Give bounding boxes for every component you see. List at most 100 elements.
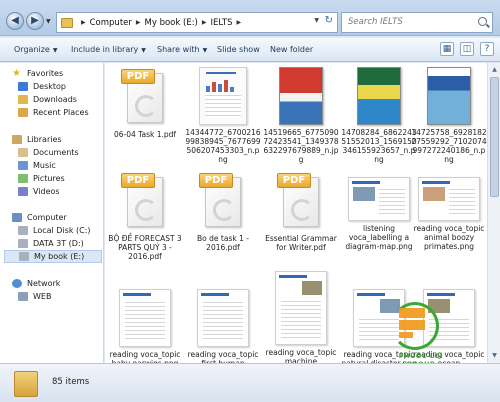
help-icon[interactable]: ? [480, 42, 494, 56]
item-count: 85 items [52, 377, 90, 387]
sidebar-item-mybook[interactable]: My book (E:) [4, 250, 102, 263]
book-cover-icon [427, 67, 471, 125]
image-icon [197, 289, 249, 347]
scroll-thumb[interactable] [490, 77, 499, 197]
chevron-right-icon[interactable]: ▶ [81, 19, 86, 26]
file-item[interactable]: PDF 06-04 Task 1.pdf [107, 67, 183, 139]
chevron-right-icon[interactable]: ▶ [136, 19, 141, 26]
scroll-up-icon[interactable]: ▲ [490, 65, 499, 74]
sidebar-label: Music [33, 161, 56, 170]
computer-icon [12, 213, 22, 222]
computer-icon [18, 292, 28, 301]
sidebar-label: Network [27, 279, 61, 288]
sidebar-label: Local Disk (C:) [33, 226, 91, 235]
sidebar-item-network[interactable]: Network [12, 277, 116, 290]
include-in-library-button[interactable]: Include in library ▼ [71, 45, 146, 54]
downloads-icon [18, 95, 28, 104]
include-label: Include in library [71, 45, 139, 54]
pdf-icon: PDF [119, 67, 171, 127]
new-folder-button[interactable]: New folder [270, 45, 313, 54]
chevron-right-icon[interactable]: ▶ [202, 19, 207, 26]
libraries-icon [12, 135, 22, 144]
slide-show-button[interactable]: Slide show [217, 45, 260, 54]
sidebar-label: Recent Places [33, 108, 89, 117]
watermark-logo: PHUOC LOI GROUP [385, 300, 457, 368]
forward-button[interactable]: ▶ [26, 12, 44, 30]
address-bar[interactable]: ▶ Computer ▶ My book (E:) ▶ IELTS ▶ ▼ ↻ [56, 12, 338, 33]
back-button[interactable]: ◀ [6, 12, 24, 30]
file-item[interactable]: 14519665_677509072423541_134937863229767… [263, 67, 339, 164]
sidebar-label: Desktop [33, 82, 66, 91]
slideshow-label: Slide show [217, 45, 260, 54]
sidebar-label: Downloads [33, 95, 77, 104]
music-icon [18, 161, 28, 170]
file-item[interactable]: 14344772_670021699838945_767769950620745… [185, 67, 261, 164]
image-icon [275, 271, 327, 345]
new-folder-label: New folder [270, 45, 314, 54]
sidebar-label: Libraries [27, 135, 62, 144]
chevron-down-icon: ▼ [141, 47, 146, 54]
file-name: 14519665_677509072423541_134937863229767… [263, 128, 339, 164]
recent-places-icon [18, 108, 28, 117]
command-bar: Organize ▼ Include in library ▼ Share with… [0, 38, 500, 62]
status-bar: 85 items [0, 363, 500, 402]
breadcrumb-ielts[interactable]: IELTS [211, 18, 233, 28]
preview-pane-icon[interactable]: ◫ [460, 42, 474, 56]
sidebar-label: DATA 3T (D:) [33, 239, 84, 248]
book-cover-icon [357, 67, 401, 125]
breadcrumb-computer[interactable]: Computer [90, 18, 132, 28]
image-icon [348, 177, 410, 221]
sidebar-item-libraries[interactable]: Libraries [12, 133, 116, 146]
file-item[interactable]: 14725758_692818227559292_710207499727224… [411, 67, 487, 164]
file-item[interactable]: 14708284_686224351552013_156915034615592… [341, 67, 417, 164]
vertical-scrollbar[interactable]: ▲ ▼ [487, 63, 500, 363]
sidebar-item-favorites[interactable]: ★ Favorites [12, 67, 116, 80]
file-item[interactable]: PDF Essential Grammar for Writer.pdf [263, 171, 339, 252]
sidebar-label: My book (E:) [34, 252, 85, 261]
pdf-icon: PDF [275, 171, 327, 231]
documents-icon [18, 148, 28, 157]
book-cover-icon [279, 67, 323, 125]
file-name: Bo de task 1 - 2016.pdf [197, 234, 249, 252]
chevron-right-icon[interactable]: ▶ [237, 19, 242, 26]
desktop-icon [18, 82, 28, 91]
search-input[interactable]: Search IELTS [341, 12, 493, 33]
star-icon: ★ [12, 68, 21, 79]
sidebar-label: WEB [33, 292, 52, 301]
image-icon [418, 177, 480, 221]
change-view-icon[interactable]: ▦ [440, 42, 454, 56]
recent-pages-dropdown-icon[interactable]: ▼ [46, 18, 51, 25]
sidebar-label: Documents [33, 148, 79, 157]
folder-icon [14, 371, 38, 397]
file-name: reading voca_topic machine intelligence.… [265, 348, 337, 363]
address-dropdown-icon[interactable]: ▼ [314, 17, 319, 24]
file-item[interactable]: PDF Bo de task 1 - 2016.pdf [185, 171, 261, 252]
file-item[interactable]: reading voca_topic first human trial.png [185, 289, 261, 363]
file-name: 14344772_670021699838945_767769950620745… [185, 128, 261, 164]
file-name: 14725758_692818227559292_710207499727224… [411, 128, 487, 164]
file-item[interactable]: reading voca_topic machine intelligence.… [263, 271, 339, 363]
drive-icon [18, 239, 28, 248]
scroll-down-icon[interactable]: ▼ [490, 351, 499, 360]
sidebar-label: Computer [27, 213, 67, 222]
search-icon[interactable] [478, 17, 487, 26]
file-item[interactable]: reading voca_topic animal boozy primates… [411, 171, 487, 251]
pdf-icon: PDF [197, 171, 249, 231]
share-with-button[interactable]: Share with ▼ [157, 45, 207, 54]
drive-icon [19, 252, 29, 261]
share-label: Share with [157, 45, 200, 54]
sidebar-item-computer[interactable]: Computer [12, 211, 116, 224]
file-item[interactable]: PDF BỘ ĐỀ FORECAST 3 PARTS QUÝ 3 - 2016.… [107, 171, 183, 261]
navigation-pane: ★ Favorites Desktop Downloads Recent Pla… [0, 63, 104, 363]
breadcrumb-mybook[interactable]: My book (E:) [145, 18, 198, 28]
videos-icon [18, 187, 28, 196]
file-item[interactable]: reading voca_topic baby earwigs.png [107, 289, 183, 363]
refresh-icon[interactable]: ↻ [325, 15, 333, 26]
organize-button[interactable]: Organize ▼ [14, 45, 57, 54]
file-name: Essential Grammar for Writer.pdf [265, 234, 337, 252]
organize-label: Organize [14, 45, 50, 54]
sidebar-label: Favorites [27, 69, 64, 78]
file-item[interactable]: listening voca_labelling a diagram-map.p… [341, 171, 417, 251]
file-name: reading voca_topic first human trial.png [187, 350, 259, 363]
sidebar-label: Videos [33, 187, 60, 196]
